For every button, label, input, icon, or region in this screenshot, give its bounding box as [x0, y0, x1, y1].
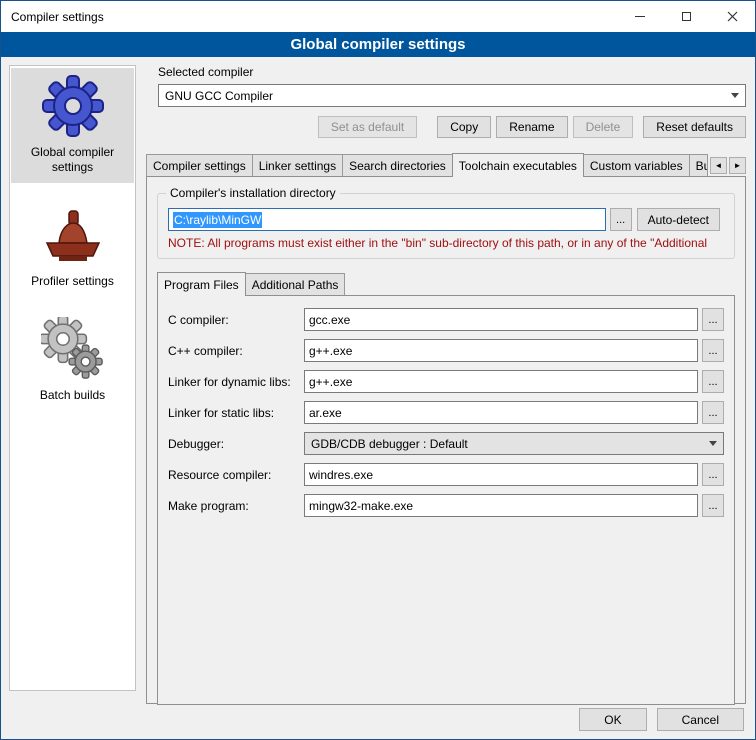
tab-custom-variables[interactable]: Custom variables — [583, 154, 690, 176]
tab-scroll-right-button[interactable]: ► — [729, 157, 746, 174]
window-title: Compiler settings — [1, 10, 104, 24]
resource-compiler-value: windres.exe — [309, 468, 373, 482]
maximize-button[interactable] — [663, 1, 709, 32]
debugger-dropdown[interactable]: GDB/CDB debugger : Default — [304, 432, 724, 455]
sidebar-item-global-compiler-settings[interactable]: Global compiler settings — [11, 68, 134, 183]
resource-compiler-row: Resource compiler: windres.exe ... — [168, 463, 724, 486]
set-as-default-button[interactable]: Set as default — [318, 116, 417, 138]
tab-search-directories[interactable]: Search directories — [342, 154, 453, 176]
dynamic-linker-row: Linker for dynamic libs: g++.exe ... — [168, 370, 724, 393]
dynamic-linker-browse-button[interactable]: ... — [702, 370, 724, 393]
sidebar-item-label: Profiler settings — [31, 274, 114, 289]
reset-defaults-button[interactable]: Reset defaults — [643, 116, 746, 138]
c-compiler-browse-button[interactable]: ... — [702, 308, 724, 331]
make-program-input[interactable]: mingw32-make.exe — [304, 494, 698, 517]
make-program-row: Make program: mingw32-make.exe ... — [168, 494, 724, 517]
cpp-compiler-input[interactable]: g++.exe — [304, 339, 698, 362]
tab-toolchain-executables[interactable]: Toolchain executables — [452, 153, 584, 177]
make-program-label: Make program: — [168, 499, 304, 513]
dynamic-linker-input[interactable]: g++.exe — [304, 370, 698, 393]
installation-directory-row: C:\raylib\MinGW ... Auto-detect — [168, 208, 720, 231]
cpp-compiler-browse-button[interactable]: ... — [702, 339, 724, 362]
c-compiler-label: C compiler: — [168, 313, 304, 327]
make-program-browse-button[interactable]: ... — [702, 494, 724, 517]
sidebar-item-label: Batch builds — [40, 388, 105, 403]
close-button[interactable] — [709, 1, 755, 32]
selected-compiler-dropdown[interactable]: GNU GCC Compiler — [158, 84, 746, 107]
compiler-settings-dialog: Compiler settings Global compiler settin… — [0, 0, 756, 740]
c-compiler-value: gcc.exe — [309, 313, 350, 327]
blue-gear-icon — [41, 74, 105, 138]
installation-directory-input[interactable]: C:\raylib\MinGW — [168, 208, 606, 231]
page-title: Global compiler settings — [1, 32, 755, 57]
main-panel: Selected compiler GNU GCC Compiler Set a… — [146, 65, 746, 704]
static-linker-value: ar.exe — [309, 406, 342, 420]
settings-tabs: Compiler settings Linker settings Search… — [146, 152, 746, 176]
static-linker-label: Linker for static libs: — [168, 406, 304, 420]
compiler-actions: Set as default Copy Rename Delete Reset … — [146, 116, 746, 138]
tab-build[interactable]: Build — [689, 154, 708, 176]
chevron-down-icon — [709, 441, 717, 446]
resource-compiler-input[interactable]: windres.exe — [304, 463, 698, 486]
cpp-compiler-value: g++.exe — [309, 344, 352, 358]
debugger-value: GDB/CDB debugger : Default — [311, 437, 703, 451]
window-controls — [617, 1, 755, 32]
sidebar-item-label: Global compiler settings — [13, 145, 132, 175]
maximize-icon — [682, 12, 691, 21]
rename-button[interactable]: Rename — [496, 116, 567, 138]
minimize-icon — [635, 16, 645, 17]
cancel-button[interactable]: Cancel — [657, 708, 744, 731]
minimize-button[interactable] — [617, 1, 663, 32]
tab-linker-settings[interactable]: Linker settings — [252, 154, 343, 176]
cpp-compiler-label: C++ compiler: — [168, 344, 304, 358]
program-tabs: Program Files Additional Paths — [157, 271, 735, 295]
debugger-row: Debugger: GDB/CDB debugger : Default — [168, 432, 724, 455]
tab-program-files[interactable]: Program Files — [157, 272, 246, 296]
copy-button[interactable]: Copy — [437, 116, 491, 138]
chevron-down-icon — [731, 93, 739, 98]
auto-detect-button[interactable]: Auto-detect — [637, 208, 720, 231]
sidebar-item-profiler-settings[interactable]: Profiler settings — [11, 197, 134, 297]
static-linker-browse-button[interactable]: ... — [702, 401, 724, 424]
sidebar-item-batch-builds[interactable]: Batch builds — [11, 311, 134, 411]
titlebar: Compiler settings — [1, 1, 755, 32]
tab-compiler-settings[interactable]: Compiler settings — [146, 154, 253, 176]
selected-compiler-label: Selected compiler — [146, 65, 746, 79]
dynamic-linker-value: g++.exe — [309, 375, 352, 389]
bin-subdirectory-note: NOTE: All programs must exist either in … — [168, 236, 720, 250]
cpp-compiler-row: C++ compiler: g++.exe ... — [168, 339, 724, 362]
debugger-label: Debugger: — [168, 437, 304, 451]
installation-directory-group-title: Compiler's installation directory — [166, 186, 340, 200]
selected-compiler-value: GNU GCC Compiler — [165, 89, 725, 103]
installation-directory-value: C:\raylib\MinGW — [173, 212, 262, 228]
tab-scroll-left-button[interactable]: ◄ — [710, 157, 727, 174]
installation-directory-group: Compiler's installation directory C:\ray… — [157, 193, 735, 259]
gray-gears-icon — [41, 317, 105, 381]
static-linker-row: Linker for static libs: ar.exe ... — [168, 401, 724, 424]
browse-directory-button[interactable]: ... — [610, 208, 632, 231]
static-linker-input[interactable]: ar.exe — [304, 401, 698, 424]
c-compiler-row: C compiler: gcc.exe ... — [168, 308, 724, 331]
c-compiler-input[interactable]: gcc.exe — [304, 308, 698, 331]
delete-button[interactable]: Delete — [573, 116, 634, 138]
toolchain-executables-page: Compiler's installation directory C:\ray… — [146, 176, 746, 704]
ok-button[interactable]: OK — [579, 708, 646, 731]
program-files-page: C compiler: gcc.exe ... C++ compiler: g+… — [157, 295, 735, 705]
tab-additional-paths[interactable]: Additional Paths — [245, 273, 346, 295]
dynamic-linker-label: Linker for dynamic libs: — [168, 375, 304, 389]
make-program-value: mingw32-make.exe — [309, 499, 413, 513]
close-icon — [727, 11, 738, 22]
resource-compiler-browse-button[interactable]: ... — [702, 463, 724, 486]
profiler-tool-icon — [41, 203, 105, 267]
dialog-footer: OK Cancel — [569, 708, 744, 731]
resource-compiler-label: Resource compiler: — [168, 468, 304, 482]
settings-category-list: Global compiler settings Profiler settin… — [9, 65, 136, 691]
